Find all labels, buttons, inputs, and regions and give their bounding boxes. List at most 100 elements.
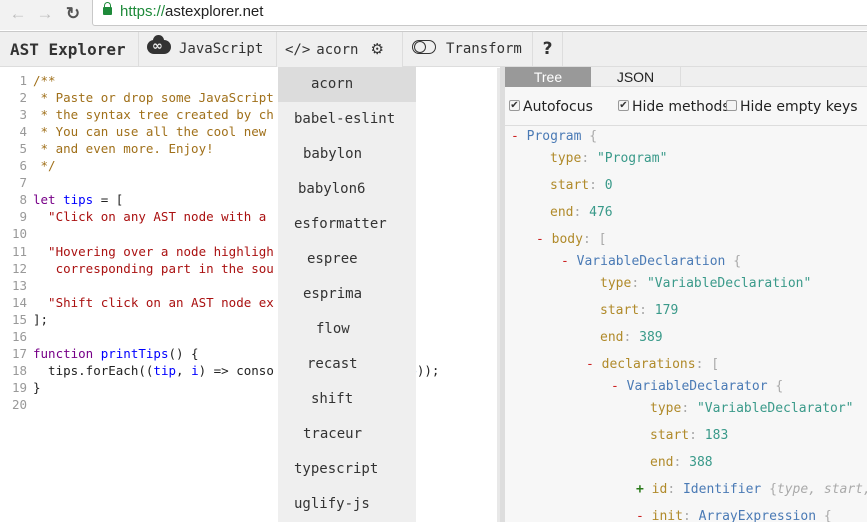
transform-label: Transform [446, 41, 522, 57]
code-line[interactable]: 3 * the syntax tree created by ch [0, 106, 274, 123]
option-hide-methods[interactable]: ✔ Hide methods [618, 98, 730, 116]
tree-node[interactable]: - body: [ [536, 230, 606, 250]
parser-option-babylon[interactable]: babylon [278, 137, 416, 172]
code-line[interactable]: 6 */ [0, 157, 55, 174]
tree-node[interactable]: - VariableDeclarator { [611, 377, 783, 397]
line-number: 17 [11, 345, 27, 361]
transform-button[interactable]: Transform [403, 32, 533, 67]
forward-arrow-icon[interactable]: → [35, 4, 55, 24]
code-line[interactable]: 7 [0, 174, 33, 191]
collapse-icon[interactable]: - [561, 254, 577, 269]
tree-token: type, start, end, name [776, 482, 867, 497]
code-token: * and even more. Enjoy! [33, 141, 214, 157]
collapse-icon[interactable]: - [536, 232, 552, 247]
parser-option-esformatter[interactable]: esformatter [278, 207, 416, 242]
line-number: 6 [19, 158, 27, 174]
option-hide-empty-keys[interactable]: Hide empty keys [726, 98, 858, 116]
tab-tree[interactable]: Tree [505, 67, 591, 87]
parser-option-espree[interactable]: espree [278, 242, 416, 277]
option-autofocus[interactable]: ✔ Autofocus [509, 98, 593, 116]
parser-label: acorn [316, 42, 359, 58]
code-line[interactable]: 4 * You can use all the cool new [0, 123, 274, 140]
code-line[interactable]: 17 function printTips() { [0, 345, 199, 362]
tree-token: VariableDeclaration [576, 254, 726, 269]
tree-token: : [ [582, 232, 607, 247]
tree-node[interactable]: - declarations: [ [586, 355, 719, 375]
parser-option-esprima[interactable]: esprima [278, 277, 416, 312]
code-token: * Paste or drop some JavaScript [33, 90, 274, 106]
collapse-icon[interactable]: - [636, 509, 652, 522]
lock-icon [103, 2, 112, 15]
code-token: printTips [100, 345, 169, 361]
tree-node[interactable]: - init: ArrayExpression { [636, 507, 832, 522]
code-line[interactable]: 9 "Click on any AST node with a [0, 208, 274, 225]
code-line[interactable]: 10 [0, 225, 33, 242]
tree-token: : [573, 205, 590, 220]
code-line[interactable]: 2 * Paste or drop some JavaScript [0, 89, 274, 106]
code-line[interactable]: 19} [0, 379, 41, 396]
tree-token: { [767, 379, 784, 394]
checkbox-checked[interactable]: ✔ [618, 99, 629, 111]
code-token: "Hovering over a node highligh [33, 243, 274, 259]
tree-token: 179 [654, 303, 679, 318]
tree-node[interactable]: + id: Identifier {type, start, end, name… [636, 480, 867, 500]
checkbox-unchecked[interactable] [726, 99, 737, 111]
tree-token: "VariableDeclarator" [696, 401, 854, 416]
tree-token: : [581, 151, 597, 166]
code-line[interactable]: 8 let tips = [ [0, 191, 123, 208]
tree-token: end [650, 455, 674, 470]
tree-token: Identifier [682, 482, 762, 497]
checkbox-checked[interactable]: ✔ [509, 99, 520, 111]
tree-token: 476 [589, 205, 613, 220]
parser-dropdown-menu: acorn babel-eslint babylon babylon6 esformat… [278, 67, 416, 522]
parser-option-uglify-js[interactable]: uglify-js [278, 487, 416, 522]
expand-icon[interactable]: + [636, 482, 652, 497]
help-button[interactable]: ? [533, 32, 563, 67]
parser-option-traceur[interactable]: traceur [278, 417, 416, 452]
collapse-icon[interactable]: - [586, 357, 602, 372]
line-number: 7 [19, 175, 27, 191]
code-editor[interactable]: 1/** 2 * Paste or drop some JavaScript 3 *… [0, 68, 500, 522]
parser-option-babel-eslint[interactable]: babel-eslint [278, 102, 416, 137]
parser-option-recast[interactable]: recast [278, 347, 416, 382]
tree-token: start [550, 178, 590, 193]
url-scheme: https:// [120, 3, 166, 20]
back-arrow-icon[interactable]: ← [8, 4, 28, 24]
parser-option-shift[interactable]: shift [278, 382, 416, 417]
output-tabs: Tree JSON [505, 67, 867, 87]
tree-token: { [816, 509, 832, 522]
parser-option-babylon6[interactable]: babylon6 [278, 172, 416, 207]
tree-node[interactable]: - VariableDeclaration { [561, 252, 741, 272]
parser-button[interactable]: </> acorn ⚙ [277, 32, 403, 67]
tab-json[interactable]: JSON [591, 67, 681, 87]
code-line[interactable]: 13 [0, 277, 33, 294]
parser-option-flow[interactable]: flow [278, 312, 416, 347]
code-line[interactable]: 11 "Hovering over a node highligh [0, 243, 274, 260]
code-token: tips [63, 192, 94, 208]
tree-token: declarations [601, 357, 696, 372]
address-bar[interactable]: https://astexplorer.net [92, 0, 867, 26]
code-line[interactable]: 16 [0, 328, 33, 345]
tree-token: "Program" [596, 151, 668, 166]
code-line[interactable]: 5 * and even more. Enjoy! [0, 140, 214, 157]
code-token: * the syntax tree created by ch [33, 107, 274, 123]
code-line[interactable]: 15]; [0, 311, 48, 328]
code-line[interactable]: 12 corresponding part in the sou [0, 260, 274, 277]
collapse-icon[interactable]: - [611, 379, 627, 394]
code-line[interactable]: 1 /** [0, 72, 55, 89]
parser-option-acorn[interactable]: acorn [278, 67, 416, 102]
gear-icon[interactable]: ⚙ [370, 40, 383, 58]
code-token: tips.forEach(( [33, 362, 154, 378]
option-label: Hide methods [632, 99, 730, 115]
collapse-icon[interactable]: - [511, 129, 527, 144]
reload-icon[interactable]: ↻ [63, 4, 83, 24]
line-number: 14 [11, 294, 27, 310]
url-text[interactable]: https://astexplorer.net [120, 3, 263, 20]
tree-node: end: 476 [550, 203, 613, 223]
code-line[interactable]: 20 [0, 396, 33, 413]
parser-option-typescript[interactable]: typescript [278, 452, 416, 487]
language-button[interactable]: JavaScript [139, 29, 277, 67]
tree-node[interactable]: - Program { [511, 127, 597, 147]
tree-node: type: "VariableDeclaration" [600, 274, 811, 294]
app-toolbar: AST Explorer JavaScript </> acorn ⚙ Transf… [0, 29, 867, 67]
